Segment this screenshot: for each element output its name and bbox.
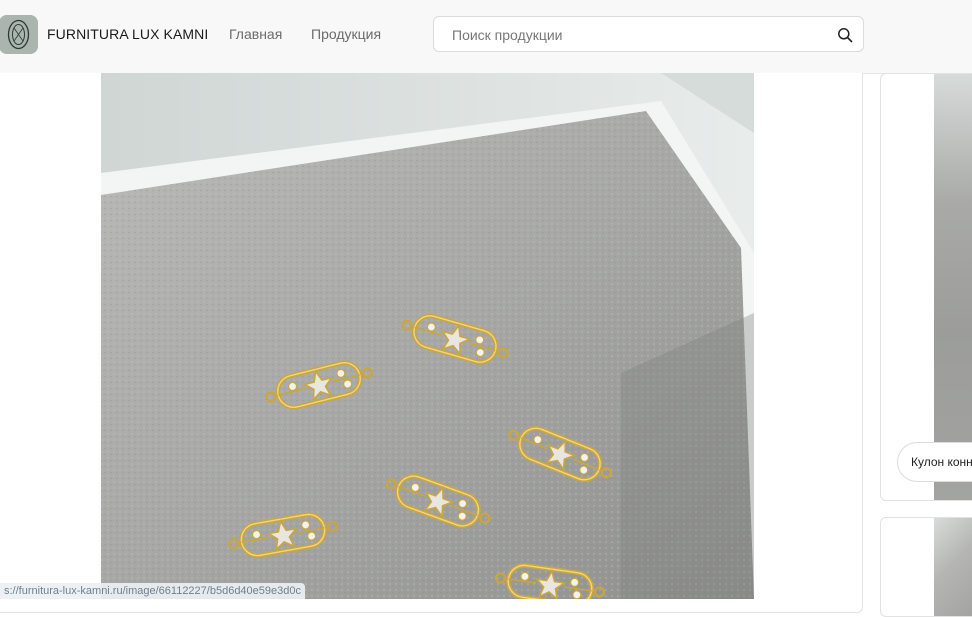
nav-link-products[interactable]: Продукция bbox=[311, 26, 381, 42]
product-photo[interactable] bbox=[101, 73, 754, 599]
related-product-image-2[interactable] bbox=[934, 518, 972, 616]
logo-icon[interactable] bbox=[0, 15, 38, 54]
related-product-card-2[interactable] bbox=[880, 517, 972, 617]
brand-name[interactable]: FURNITURA LUX KAMNI bbox=[47, 26, 208, 42]
site-header: FURNITURA LUX KAMNI Главная Продукция bbox=[0, 0, 972, 74]
nav-link-home[interactable]: Главная bbox=[229, 26, 282, 42]
related-product-image[interactable] bbox=[934, 74, 972, 500]
related-product-card[interactable]: Кулон конн bbox=[880, 73, 972, 501]
status-bar-url: s://furnitura-lux-kamni.ru/image/6611222… bbox=[0, 583, 305, 599]
related-product-caption[interactable]: Кулон конн bbox=[897, 442, 972, 482]
search-input[interactable] bbox=[450, 25, 834, 45]
search-box bbox=[433, 16, 864, 52]
search-icon[interactable] bbox=[837, 27, 853, 43]
